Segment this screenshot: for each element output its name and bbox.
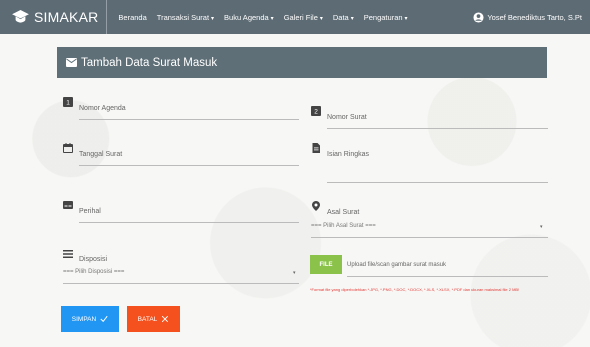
chevron-down-icon: ▾ bbox=[540, 224, 543, 230]
disposisi-select[interactable]: === Pilih Disposisi === bbox=[63, 269, 124, 275]
cancel-button-label: BATAL bbox=[137, 315, 158, 323]
close-icon bbox=[162, 315, 169, 323]
user-menu[interactable]: Yosef Benediktus Tarto, S.Pt bbox=[473, 0, 582, 34]
check-icon bbox=[100, 315, 108, 323]
nav-item-beranda[interactable]: Beranda bbox=[118, 13, 146, 22]
list-icon bbox=[63, 250, 73, 258]
brand-link[interactable]: SIMAKAR bbox=[12, 0, 108, 34]
asal-surat-label: Asal Surat bbox=[327, 209, 360, 216]
looks-one-icon: 1 bbox=[63, 97, 73, 107]
tanggal-surat-input[interactable] bbox=[79, 165, 299, 166]
disposisi-underline bbox=[63, 283, 299, 284]
chevron-down-icon: ▾ bbox=[404, 15, 408, 22]
file-path-input[interactable]: Upload file/scan gambar surat masuk bbox=[347, 262, 446, 268]
brand-name: SIMAKAR bbox=[34, 9, 99, 25]
form-header: Tambah Data Surat Masuk bbox=[57, 47, 547, 78]
chevron-down-icon: ▾ bbox=[293, 270, 296, 276]
graduation-cap-icon bbox=[12, 10, 29, 23]
account-circle-icon bbox=[473, 11, 484, 23]
chevron-down-icon: ▾ bbox=[211, 15, 215, 22]
chevron-down-icon: ▾ bbox=[270, 15, 274, 22]
user-name: Yosef Benediktus Tarto, S.Pt bbox=[487, 12, 582, 22]
chevron-down-icon: ▾ bbox=[319, 15, 323, 22]
looks-two-icon: 2 bbox=[311, 106, 321, 116]
mail-icon bbox=[66, 58, 77, 67]
nav-item-buku-agenda[interactable]: Buku Agenda ▾ bbox=[224, 13, 274, 22]
calendar-icon bbox=[63, 143, 73, 153]
svg-text:1: 1 bbox=[66, 100, 70, 107]
file-button[interactable]: FILE bbox=[310, 255, 342, 274]
file-path-underline bbox=[347, 276, 548, 277]
save-button-label: SIMPAN bbox=[71, 315, 97, 323]
asal-surat-underline bbox=[311, 237, 548, 238]
nomor-surat-label: Nomor Surat bbox=[327, 114, 367, 121]
nomor-agenda-label: Nomor Agenda bbox=[79, 105, 126, 112]
top-navbar: SIMAKAR Beranda Transaksi Surat ▾ Buku Ag… bbox=[0, 0, 590, 34]
nomor-surat-input[interactable] bbox=[327, 128, 548, 129]
nav-menu: Beranda Transaksi Surat ▾ Buku Agenda ▾ Ga… bbox=[113, 13, 412, 22]
isian-ringkas-label: Isian Ringkas bbox=[327, 151, 370, 158]
tanggal-surat-label: Tanggal Surat bbox=[79, 151, 123, 158]
isian-ringkas-textarea[interactable] bbox=[327, 182, 548, 183]
nav-item-data[interactable]: Data ▾ bbox=[333, 13, 354, 22]
disposisi-label: Disposisi bbox=[79, 256, 108, 263]
cancel-button[interactable]: BATAL bbox=[127, 306, 180, 332]
description-icon bbox=[312, 143, 320, 153]
svg-text:2: 2 bbox=[314, 109, 318, 116]
file-format-hint: *Format file yang diperbolehkan *.JPG, *… bbox=[310, 287, 520, 292]
asal-surat-select[interactable]: === Pilih Asal Surat === bbox=[311, 223, 376, 229]
place-icon bbox=[312, 201, 320, 211]
nomor-agenda-input[interactable] bbox=[79, 119, 299, 120]
subtitles-icon bbox=[63, 201, 73, 209]
nav-item-galeri-file[interactable]: Galeri File ▾ bbox=[284, 13, 323, 22]
perihal-input[interactable] bbox=[79, 222, 299, 223]
chevron-down-icon: ▾ bbox=[350, 15, 354, 22]
perihal-label: Perihal bbox=[79, 208, 101, 215]
save-button[interactable]: SIMPAN bbox=[61, 306, 119, 332]
nav-item-pengaturan[interactable]: Pengaturan ▾ bbox=[364, 13, 408, 22]
nav-item-transaksi-surat[interactable]: Transaksi Surat ▾ bbox=[157, 13, 214, 22]
page-title: Tambah Data Surat Masuk bbox=[81, 56, 218, 69]
